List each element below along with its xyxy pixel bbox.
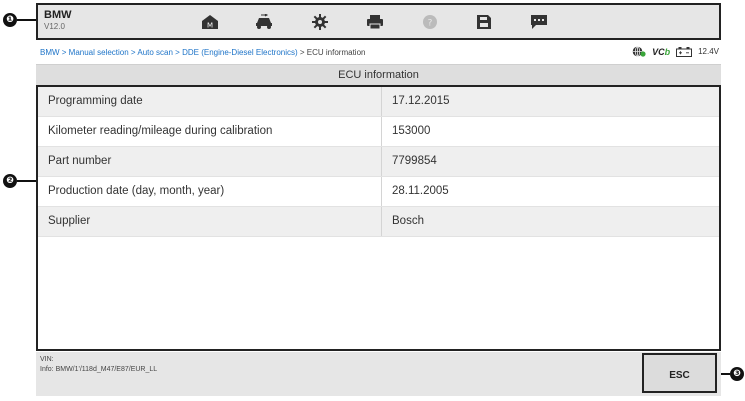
row-label: Part number xyxy=(48,155,112,167)
callout-marker-1: ❶ xyxy=(3,13,17,27)
ecu-info-table: Programming date 17.12.2015 Kilometer re… xyxy=(36,85,721,351)
section-title: ECU information xyxy=(36,64,721,85)
battery-icon xyxy=(676,46,693,57)
footer-bar: VIN: Info: BMW/1'/118d_M47/E87/EUR_LL ES… xyxy=(36,352,721,396)
table-row: Part number 7799854 xyxy=(38,147,719,177)
callout-marker-2: ❷ xyxy=(3,174,17,188)
help-icon: ? xyxy=(423,15,437,29)
row-value: Bosch xyxy=(392,215,424,227)
breadcrumb-current: > ECU information xyxy=(297,48,366,57)
row-label: Kilometer reading/mileage during calibra… xyxy=(48,125,273,137)
row-value: 28.11.2005 xyxy=(392,185,449,197)
callout-marker-3: ❸ xyxy=(730,367,744,381)
vehicle-swap-button[interactable] xyxy=(238,7,290,37)
row-label: Supplier xyxy=(48,215,91,227)
table-row: Kilometer reading/mileage during calibra… xyxy=(38,117,719,147)
callout-line-1 xyxy=(17,19,36,21)
battery-voltage: 12.4V xyxy=(698,47,719,56)
app-name: BMW xyxy=(44,9,72,21)
save-icon xyxy=(477,15,491,29)
row-value: 153000 xyxy=(392,125,431,137)
vehicle-info-text: Info: BMW/1'/118d_M47/E87/EUR_LL xyxy=(40,366,158,373)
message-icon xyxy=(531,15,547,29)
status-indicators: VCb 12.4V xyxy=(632,46,719,57)
row-value: 17.12.2015 xyxy=(392,95,450,107)
settings-gear-icon xyxy=(312,14,328,30)
vci-label: VC xyxy=(652,46,665,57)
app-title: BMW V12.0 xyxy=(44,9,72,33)
row-label: Programming date xyxy=(48,95,143,107)
settings-button[interactable] xyxy=(294,7,346,37)
app-version: V12.0 xyxy=(44,22,65,31)
table-row: Production date (day, month, year) 28.11… xyxy=(38,177,719,207)
vci-label-b: b xyxy=(664,46,671,57)
table-row: Supplier Bosch xyxy=(38,207,719,237)
column-divider xyxy=(381,177,382,206)
message-button[interactable] xyxy=(513,7,565,37)
breadcrumb-bar: BMW > Manual selection > Auto scan > DDE… xyxy=(36,44,721,62)
vehicle-swap-icon xyxy=(256,14,272,29)
esc-button[interactable]: ESC xyxy=(642,353,717,393)
column-divider xyxy=(381,207,382,236)
print-button[interactable] xyxy=(349,7,401,37)
save-button[interactable] xyxy=(458,7,510,37)
callout-line-2 xyxy=(17,180,36,182)
breadcrumb-path[interactable]: BMW > Manual selection > Auto scan > DDE… xyxy=(40,48,298,57)
help-button[interactable]: ? xyxy=(404,7,456,37)
vin-label: VIN: xyxy=(40,356,54,363)
top-toolbar: BMW V12.0 M ? xyxy=(36,3,721,40)
print-icon xyxy=(367,15,383,30)
table-row: Programming date 17.12.2015 xyxy=(38,87,719,117)
svg-text:M: M xyxy=(207,22,213,30)
home-button[interactable]: M xyxy=(184,7,236,37)
home-icon: M xyxy=(202,15,218,30)
svg-text:?: ? xyxy=(428,19,433,29)
vehicle-info: VIN: Info: BMW/1'/118d_M47/E87/EUR_LL xyxy=(40,355,157,375)
vci-connection-status: VCb xyxy=(652,47,670,57)
row-label: Production date (day, month, year) xyxy=(48,185,225,197)
breadcrumb: BMW > Manual selection > Auto scan > DDE… xyxy=(40,48,365,57)
network-globe-icon xyxy=(632,46,646,57)
column-divider xyxy=(381,87,382,116)
row-value: 7799854 xyxy=(392,155,437,167)
column-divider xyxy=(381,117,382,146)
column-divider xyxy=(381,147,382,176)
